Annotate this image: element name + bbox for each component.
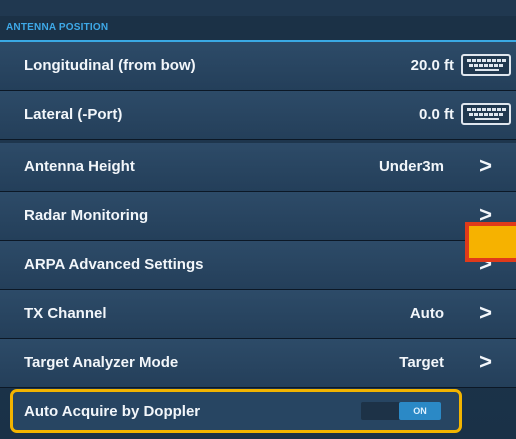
longitudinal-label: Longitudinal (from bow): [24, 57, 196, 74]
antenna-height-row[interactable]: Antenna Height Under3m >: [0, 143, 516, 192]
lateral-label: Lateral (-Port): [24, 106, 123, 123]
antenna-height-value: Under3m: [378, 158, 444, 175]
tx-channel-value: Auto: [409, 305, 444, 322]
target-analyzer-mode-value: Target: [399, 354, 444, 371]
arpa-advanced-settings-label: ARPA Advanced Settings: [24, 256, 204, 273]
highlight-marker: [465, 222, 516, 262]
chevron-right-icon: >: [479, 153, 492, 178]
chevron-right-icon: >: [479, 349, 492, 374]
antenna-height-label: Antenna Height: [24, 158, 135, 175]
target-analyzer-mode-row[interactable]: Target Analyzer Mode Target >: [0, 339, 516, 388]
lateral-row[interactable]: Lateral (-Port) 0.0 ft: [0, 91, 516, 140]
tx-channel-label: TX Channel: [24, 305, 107, 322]
tx-channel-row[interactable]: TX Channel Auto >: [0, 290, 516, 339]
auto-acquire-doppler-row[interactable]: Auto Acquire by Doppler ON: [10, 389, 462, 433]
radar-monitoring-row[interactable]: Radar Monitoring >: [0, 192, 516, 241]
lateral-value: 0.0 ft: [418, 106, 454, 123]
keyboard-icon[interactable]: [461, 54, 511, 76]
arpa-advanced-settings-row[interactable]: ARPA Advanced Settings >: [0, 241, 516, 290]
auto-acquire-doppler-label: Auto Acquire by Doppler: [24, 403, 201, 420]
chevron-right-icon: >: [479, 300, 492, 325]
doppler-toggle[interactable]: ON: [361, 402, 441, 420]
target-analyzer-mode-label: Target Analyzer Mode: [24, 354, 179, 371]
radar-monitoring-label: Radar Monitoring: [24, 207, 149, 224]
longitudinal-row[interactable]: Longitudinal (from bow) 20.0 ft: [0, 42, 516, 91]
settings-panel: ANTENNA POSITION Longitudinal (from bow)…: [0, 0, 516, 439]
longitudinal-value: 20.0 ft: [410, 57, 454, 74]
keyboard-icon[interactable]: [461, 103, 511, 125]
toggle-state-label: ON: [399, 402, 441, 420]
section-title: ANTENNA POSITION: [6, 22, 109, 33]
section-header: ANTENNA POSITION: [0, 16, 516, 42]
